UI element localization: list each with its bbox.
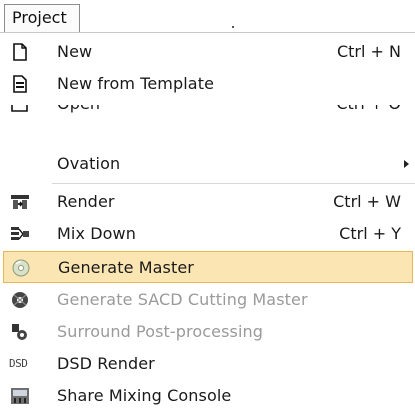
menubar-dot xyxy=(232,26,234,28)
menu-bar: Project xyxy=(0,0,415,33)
render-icon xyxy=(9,192,31,212)
surround-icon xyxy=(9,322,31,342)
template-icon xyxy=(9,74,31,94)
project-menu-tab[interactable]: Project xyxy=(4,4,80,32)
menu-item-open[interactable]: Open Ctrl + O xyxy=(0,105,415,117)
menu-item-shortcut: Ctrl + Y xyxy=(339,224,401,243)
submenu-arrow-icon xyxy=(404,160,409,168)
menu-item-label: Generate SACD Cutting Master xyxy=(57,290,308,309)
menu-item-label: New xyxy=(57,42,93,61)
mix-down-icon xyxy=(9,224,31,244)
menu-item-share-mixing-console[interactable]: Share Mixing Console xyxy=(0,379,415,411)
menu-item-dsd-render[interactable]: DSD DSD Render xyxy=(0,347,415,379)
menu-item-new[interactable]: New Ctrl + N xyxy=(0,35,415,67)
open-folder-icon xyxy=(9,105,31,114)
menu-item-mix-down[interactable]: Mix Down Ctrl + Y xyxy=(0,217,415,249)
menu-item-surround-post-processing[interactable]: Surround Post-processing xyxy=(0,315,415,347)
clipped-region: Open Ctrl + O xyxy=(0,105,415,117)
mixing-console-icon xyxy=(9,386,31,406)
menu-item-label: New from Template xyxy=(57,74,215,93)
menu-item-shortcut: Ctrl + W xyxy=(333,192,401,211)
menu-item-label: Mix Down xyxy=(57,224,136,243)
menu-item-label: DSD Render xyxy=(57,354,155,373)
menu-item-generate-sacd-cutting-master[interactable]: Generate SACD Cutting Master xyxy=(0,283,415,315)
project-menu-dropdown: New Ctrl + N New from Template Open Ctrl… xyxy=(0,32,415,414)
menu-separator xyxy=(52,183,415,184)
menu-item-label: Surround Post-processing xyxy=(57,322,264,341)
menu-item-label: Ovation xyxy=(57,154,121,173)
sacd-icon xyxy=(9,290,31,310)
menu-item-label: Share Mixing Console xyxy=(57,386,232,405)
menu-item-new-from-template[interactable]: New from Template xyxy=(0,67,415,99)
disc-icon xyxy=(10,258,32,278)
menu-item-shortcut: Ctrl + O xyxy=(336,105,401,113)
menu-item-label: Render xyxy=(57,192,115,211)
menu-item-shortcut: Ctrl + N xyxy=(336,42,401,61)
menu-item-generate-master[interactable]: Generate Master xyxy=(3,251,413,283)
new-document-icon xyxy=(9,42,31,62)
menu-item-ovation[interactable]: Ovation xyxy=(0,147,415,179)
dsd-icon: DSD xyxy=(9,357,28,370)
menu-item-label: Generate Master xyxy=(58,258,194,277)
menu-item-label: Open xyxy=(57,105,100,113)
menu-item-render[interactable]: Render Ctrl + W xyxy=(0,185,415,217)
